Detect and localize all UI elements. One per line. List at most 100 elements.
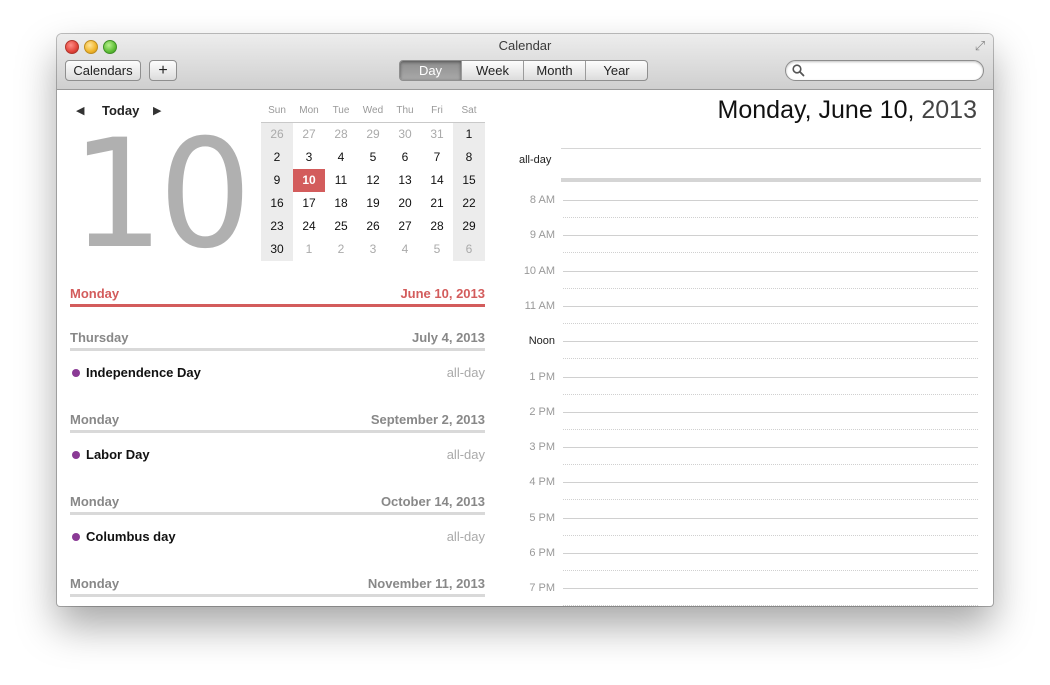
event-day-name: Monday xyxy=(70,576,120,591)
mini-calendar-day[interactable]: 29 xyxy=(453,215,485,238)
event-day-group: Monday September 2, 2013 Labor Day all-day xyxy=(70,410,485,466)
mini-calendar-day[interactable]: 22 xyxy=(453,192,485,215)
mini-calendar-day[interactable]: 30 xyxy=(389,123,421,146)
mini-calendar-day[interactable]: 23 xyxy=(261,215,293,238)
event-day-header[interactable]: Monday November 11, 2013 xyxy=(70,574,485,592)
event-item[interactable]: Columbus day all-day xyxy=(70,526,485,548)
tab-month[interactable]: Month xyxy=(523,61,585,80)
mini-calendar-day[interactable]: 29 xyxy=(357,123,389,146)
calendars-button[interactable]: Calendars xyxy=(65,60,141,81)
half-hour-line xyxy=(563,322,978,324)
half-hour-line xyxy=(563,464,978,466)
mini-calendar-day[interactable]: 24 xyxy=(293,215,325,238)
event-day-header[interactable]: Thursday July 4, 2013 xyxy=(70,328,485,346)
tab-week[interactable]: Week xyxy=(461,61,523,80)
hour-line xyxy=(563,376,978,378)
hour-line xyxy=(563,411,978,413)
mini-calendar-day[interactable]: 30 xyxy=(261,238,293,261)
mini-calendar-day[interactable]: 18 xyxy=(325,192,357,215)
mini-calendar-week: 16 17 18 19 20 21 22 xyxy=(261,192,485,215)
event-day-group: Thursday July 4, 2013 Independence Day all-… xyxy=(70,328,485,384)
mini-calendar-day[interactable]: 7 xyxy=(421,146,453,169)
mini-calendar-day[interactable]: 6 xyxy=(453,238,485,261)
weekday-label: Mon xyxy=(299,105,319,116)
mini-calendar-day[interactable]: 28 xyxy=(421,215,453,238)
event-item[interactable]: Labor Day all-day xyxy=(70,444,485,466)
event-title: Labor Day xyxy=(86,447,150,462)
mini-calendar-day[interactable]: 10 xyxy=(293,169,325,192)
mini-calendar-day[interactable]: 6 xyxy=(389,146,421,169)
mini-calendar-day[interactable]: 17 xyxy=(293,192,325,215)
hour-row[interactable]: 11 AM xyxy=(497,300,993,341)
search-field[interactable] xyxy=(785,60,984,81)
mini-calendar-day[interactable]: 12 xyxy=(357,169,389,192)
hour-row[interactable]: 1 PM xyxy=(497,371,993,412)
add-event-button[interactable]: + xyxy=(149,60,177,81)
left-panel: ◀ Today ▶ 10 Sun Mon Tue Wed Thu Fri Sat… xyxy=(57,90,497,606)
mini-calendar-day[interactable]: 19 xyxy=(357,192,389,215)
hour-label: 8 AM xyxy=(529,194,555,206)
view-switcher: Day Week Month Year xyxy=(399,60,648,81)
hour-row[interactable]: Noon xyxy=(497,335,993,376)
mini-calendar-day[interactable]: 20 xyxy=(389,192,421,215)
event-day-header[interactable]: Monday June 10, 2013 xyxy=(70,284,485,302)
mini-calendar-day[interactable]: 27 xyxy=(389,215,421,238)
event-day-date: October 14, 2013 xyxy=(380,494,485,509)
hour-row[interactable]: 2 PM xyxy=(497,406,993,447)
hour-row[interactable]: 3 PM xyxy=(497,441,993,482)
mini-calendar-day[interactable]: 28 xyxy=(325,123,357,146)
mini-calendar-day[interactable]: 4 xyxy=(389,238,421,261)
hour-row[interactable]: 5 PM xyxy=(497,512,993,553)
mini-calendar-week: 23 24 25 26 27 28 29 xyxy=(261,215,485,238)
hour-line xyxy=(563,588,978,590)
mini-calendar-day[interactable]: 21 xyxy=(421,192,453,215)
mini-calendar-day[interactable]: 9 xyxy=(261,169,293,192)
calendar-color-dot-icon xyxy=(72,451,80,459)
mini-calendar-day[interactable]: 31 xyxy=(421,123,453,146)
event-day-group: Monday November 11, 2013 xyxy=(70,574,485,597)
mini-calendar-day[interactable]: 5 xyxy=(357,146,389,169)
mini-calendar-week: 2345678 xyxy=(261,146,485,169)
event-day-header[interactable]: Monday September 2, 2013 xyxy=(70,410,485,428)
mini-calendar-day[interactable]: 3 xyxy=(293,146,325,169)
big-day-number: 10 xyxy=(70,108,252,282)
mini-calendar-day[interactable]: 13 xyxy=(389,169,421,192)
hour-row[interactable]: 9 AM xyxy=(497,229,993,270)
mini-calendar-day[interactable]: 26 xyxy=(357,215,389,238)
hour-line xyxy=(563,341,978,343)
mini-calendar-day[interactable]: 15 xyxy=(453,169,485,192)
mini-calendar-day[interactable]: 11 xyxy=(325,169,357,192)
half-hour-line xyxy=(563,217,978,218)
event-day-header[interactable]: Monday October 14, 2013 xyxy=(70,492,485,510)
hour-row[interactable]: 7 PM xyxy=(497,582,993,606)
mini-calendar-day[interactable]: 14 xyxy=(421,169,453,192)
tab-year[interactable]: Year xyxy=(585,61,647,80)
mini-calendar-day[interactable]: 16 xyxy=(261,192,293,215)
weekday-label: Fri xyxy=(431,105,443,116)
event-item[interactable]: Independence Day all-day xyxy=(70,362,485,384)
mini-calendar-day[interactable]: 1 xyxy=(453,123,485,146)
mini-calendar-day[interactable]: 3 xyxy=(357,238,389,261)
mini-calendar-day[interactable]: 27 xyxy=(293,123,325,146)
hour-row[interactable]: 6 PM xyxy=(497,547,993,588)
mini-calendar-day[interactable]: 2 xyxy=(261,146,293,169)
half-hour-line xyxy=(563,534,978,536)
weekday-label: Sat xyxy=(461,105,477,116)
mini-calendar-day[interactable]: 8 xyxy=(453,146,485,169)
fullscreen-icon[interactable]: ⤢ xyxy=(973,39,987,53)
hour-row[interactable]: 8 AM xyxy=(497,194,993,235)
mini-calendar-week: 30 1 2 3 4 5 6 xyxy=(261,238,485,261)
mini-calendar-day[interactable]: 4 xyxy=(325,146,357,169)
hour-line xyxy=(563,305,978,307)
calendar-color-dot-icon xyxy=(72,369,80,377)
hour-row[interactable]: 4 PM xyxy=(497,476,993,517)
mini-calendar-day[interactable]: 25 xyxy=(325,215,357,238)
mini-calendar-day[interactable]: 2 xyxy=(325,238,357,261)
hour-line xyxy=(563,235,978,237)
tab-day[interactable]: Day xyxy=(400,61,461,80)
search-input[interactable] xyxy=(808,62,973,79)
mini-calendar-day[interactable]: 5 xyxy=(421,238,453,261)
mini-calendar-day[interactable]: 26 xyxy=(261,123,293,146)
mini-calendar-day[interactable]: 1 xyxy=(293,238,325,261)
hour-row[interactable]: 10 AM xyxy=(497,265,993,306)
